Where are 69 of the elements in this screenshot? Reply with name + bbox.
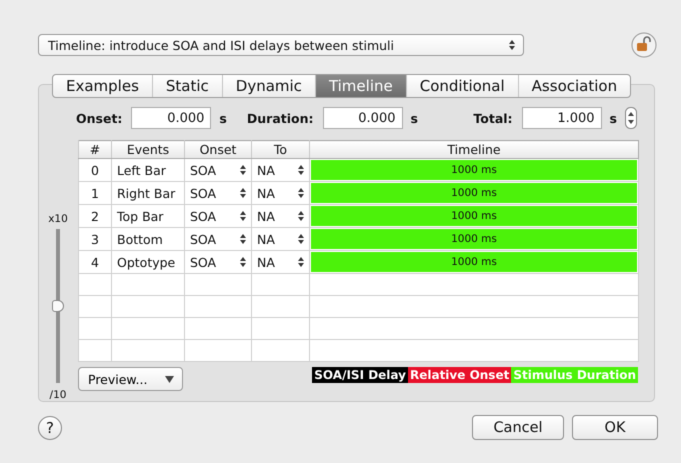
lock-icon[interactable] (631, 32, 657, 58)
table-cell: 0 (78, 158, 112, 182)
dialog-button[interactable]: Cancel (472, 415, 564, 440)
tab[interactable]: Static (152, 75, 222, 97)
stepper-icon (298, 165, 304, 175)
field-label: Onset: (76, 110, 122, 126)
timeline-bar: 1000 ms (311, 229, 637, 249)
table-cell: Optotype (112, 250, 184, 274)
tab[interactable]: Association (518, 75, 630, 97)
tab[interactable]: Conditional (406, 75, 518, 97)
input-field[interactable]: 1.000 (522, 107, 602, 129)
unit-label: s (610, 110, 617, 126)
to-dropdown[interactable]: NA (252, 228, 310, 250)
timeline-bar: 1000 ms (311, 252, 637, 272)
stepper-icon (240, 188, 246, 198)
timeline-bar: 1000 ms (311, 183, 637, 203)
to-dropdown[interactable]: NA (252, 182, 310, 204)
to-dropdown[interactable]: NA (252, 250, 310, 274)
column-header[interactable]: Onset (184, 140, 252, 158)
slider-label: /10 (50, 389, 66, 401)
onset-dropdown[interactable]: SOA (184, 158, 252, 182)
tab[interactable]: Timeline (314, 75, 406, 97)
onset-dropdown[interactable]: SOA (184, 228, 252, 250)
column-header[interactable]: # (78, 140, 112, 158)
table-cell: Top Bar (112, 204, 184, 228)
stepper-icon (298, 211, 304, 221)
stepper-icon (298, 257, 304, 267)
table-cell: 3 (78, 228, 112, 250)
dialog-button[interactable]: OK (572, 415, 658, 440)
column-header[interactable]: Events (112, 140, 184, 158)
caret-icon (165, 376, 174, 382)
field-label: Total: (473, 110, 513, 126)
slider-thumb[interactable] (52, 300, 64, 312)
onset-dropdown[interactable]: SOA (184, 250, 252, 274)
input-field[interactable]: 0.000 (322, 107, 402, 129)
table-cell: Left Bar (112, 158, 184, 182)
input-field[interactable]: 0.000 (131, 107, 212, 129)
timeline-bar: 1000 ms (311, 160, 637, 180)
table-cell: 4 (78, 250, 112, 274)
onset-dropdown[interactable]: SOA (184, 182, 252, 204)
preset-dropdown[interactable]: Timeline: introduce SOA and ISI delays between stimuli (38, 34, 524, 56)
stepper-icon (509, 40, 515, 50)
stepper-icon (298, 234, 304, 244)
unit-label: s (410, 110, 418, 126)
stepper-icon (240, 211, 246, 221)
help-button[interactable]: ? (38, 416, 62, 440)
table-cell: Right Bar (112, 182, 184, 204)
legend-item: SOA/ISI Delay (312, 367, 408, 383)
table-cell: 1 (78, 182, 112, 204)
stepper-icon (298, 188, 304, 198)
preview-button[interactable]: Preview... (78, 367, 183, 391)
stepper-icon (240, 234, 246, 244)
timeline-bar: 1000 ms (311, 206, 637, 226)
to-dropdown[interactable]: NA (252, 204, 310, 228)
legend-item: Relative Onset (408, 367, 512, 383)
column-header[interactable]: Timeline (310, 140, 638, 158)
unit-label: s (219, 110, 227, 126)
stepper-icon (240, 165, 246, 175)
stepper-icon (240, 257, 246, 267)
slider-label: x10 (48, 213, 68, 225)
column-header[interactable]: To (252, 140, 310, 158)
table-cell: 2 (78, 204, 112, 228)
table-cell: Bottom (112, 228, 184, 250)
field-label: Duration: (246, 110, 314, 126)
legend-item: Stimulus Duration (511, 367, 638, 383)
onset-dropdown[interactable]: SOA (184, 204, 252, 228)
tab[interactable]: Examples (53, 75, 152, 97)
stepper-icon[interactable] (625, 107, 637, 129)
to-dropdown[interactable]: NA (252, 158, 310, 182)
